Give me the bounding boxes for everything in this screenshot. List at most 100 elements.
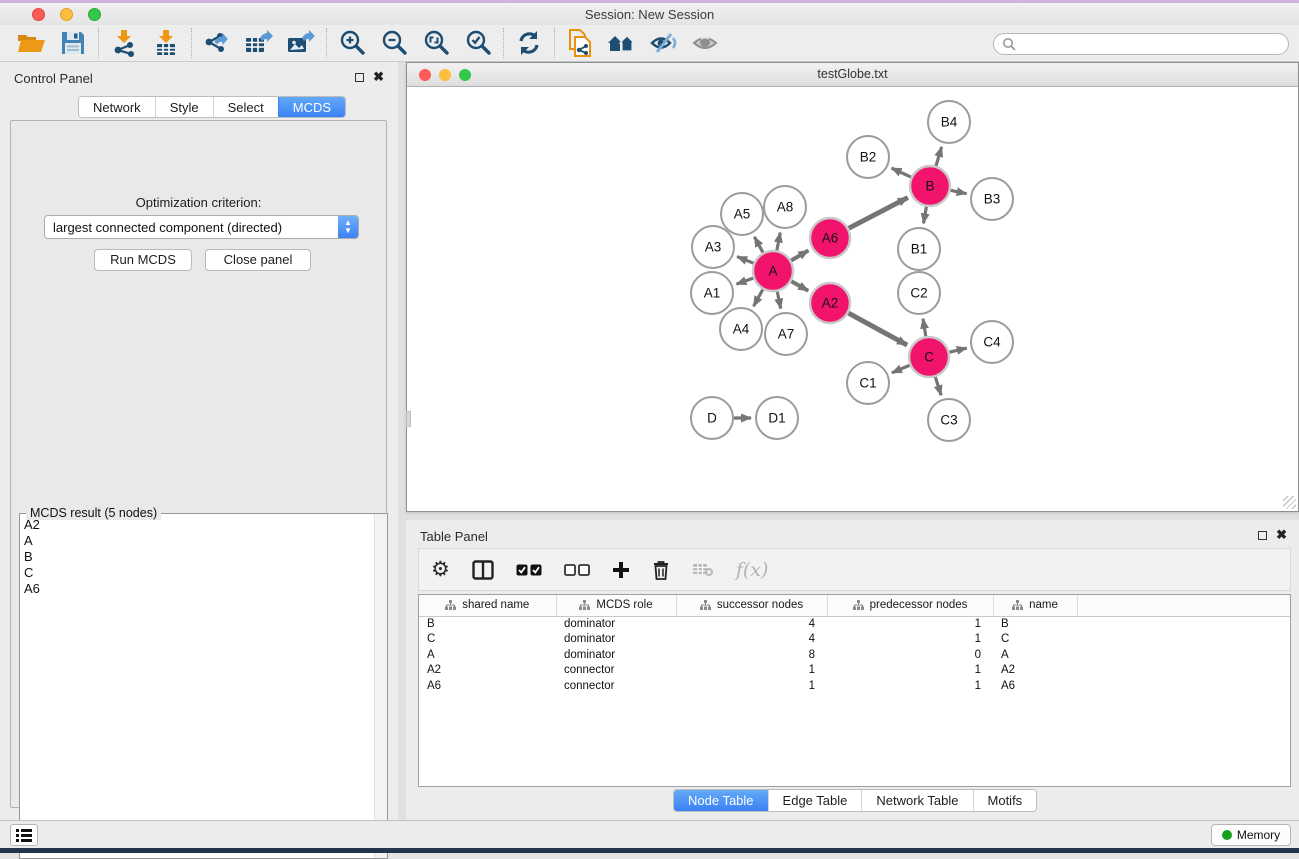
columns-icon[interactable] xyxy=(472,560,494,580)
graph-node-A4[interactable]: A4 xyxy=(720,308,762,350)
table-cell[interactable]: A xyxy=(419,647,556,663)
table-cell[interactable]: dominator xyxy=(556,632,676,648)
graph-edge-C-C2[interactable] xyxy=(923,319,926,337)
graph-node-C3[interactable]: C3 xyxy=(928,399,970,441)
optimization-criterion-dropdown[interactable]: largest connected component (directed) ▲… xyxy=(44,215,359,239)
mcds-result-item[interactable]: B xyxy=(24,549,387,565)
search-input[interactable] xyxy=(1016,37,1266,51)
graph-edge-C-C4[interactable] xyxy=(949,348,966,352)
graph-node-A5[interactable]: A5 xyxy=(721,193,763,235)
graph-edge-A-A7[interactable] xyxy=(777,292,781,309)
table-cell[interactable]: dominator xyxy=(556,647,676,663)
table-cell[interactable]: 1 xyxy=(827,663,993,679)
hide-panel-icon[interactable] xyxy=(643,27,685,59)
table-cell[interactable]: 1 xyxy=(827,632,993,648)
graph-node-A7[interactable]: A7 xyxy=(765,313,807,355)
graph-node-C2[interactable]: C2 xyxy=(898,272,940,314)
mcds-result-item[interactable]: A xyxy=(24,533,387,549)
graph-edge-A-A4[interactable] xyxy=(754,289,763,306)
show-panel-icon[interactable] xyxy=(685,27,727,59)
refresh-icon[interactable] xyxy=(508,27,550,59)
column-header-name[interactable]: name xyxy=(993,595,1077,616)
tab-select[interactable]: Select xyxy=(213,97,278,117)
export-network-icon[interactable] xyxy=(196,27,238,59)
delete-table-icon[interactable] xyxy=(692,563,714,577)
tab-style[interactable]: Style xyxy=(155,97,213,117)
table-cell[interactable]: 4 xyxy=(676,632,827,648)
table-cell[interactable]: 1 xyxy=(827,616,993,632)
select-all-icon[interactable] xyxy=(516,564,542,576)
table-row[interactable]: Adominator80A xyxy=(419,647,1290,663)
table-cell[interactable]: connector xyxy=(556,663,676,679)
mcds-result-item[interactable]: A6 xyxy=(24,581,387,597)
clone-network-icon[interactable] xyxy=(559,27,601,59)
deselect-all-icon[interactable] xyxy=(564,564,590,576)
graph-node-C1[interactable]: C1 xyxy=(847,362,889,404)
table-cell[interactable]: A6 xyxy=(419,678,556,694)
settings-gear-icon[interactable]: ⚙ xyxy=(431,559,450,580)
graph-edge-A-A8[interactable] xyxy=(777,233,780,251)
graph-node-A3[interactable]: A3 xyxy=(692,226,734,268)
table-row[interactable]: A6connector11A6 xyxy=(419,678,1290,694)
table-cell[interactable]: 8 xyxy=(676,647,827,663)
table-cell[interactable]: A2 xyxy=(993,663,1077,679)
add-column-icon[interactable] xyxy=(612,561,630,579)
table-cell[interactable]: 1 xyxy=(827,678,993,694)
search-box[interactable] xyxy=(993,33,1289,55)
canvas-side-handle[interactable] xyxy=(406,411,411,427)
column-header-shared-name[interactable]: shared name xyxy=(419,595,556,616)
graph-edge-C-C1[interactable] xyxy=(892,365,910,373)
tab-network[interactable]: Network xyxy=(79,97,155,117)
table-tab-motifs[interactable]: Motifs xyxy=(973,790,1037,811)
graph-node-A8[interactable]: A8 xyxy=(764,186,806,228)
zoom-in-icon[interactable] xyxy=(331,27,373,59)
window-resize-grip[interactable] xyxy=(1283,496,1296,509)
graph-edge-A2-C[interactable] xyxy=(848,313,907,345)
column-header-successor-nodes[interactable]: successor nodes xyxy=(676,595,827,616)
table-cell[interactable]: 1 xyxy=(676,678,827,694)
table-row[interactable]: Cdominator41C xyxy=(419,632,1290,648)
graph-edge-B-B2[interactable] xyxy=(892,168,911,177)
graph-edge-A-A2[interactable] xyxy=(791,281,808,290)
graph-node-A[interactable]: A xyxy=(753,251,793,291)
network-window-titlebar[interactable]: testGlobe.txt xyxy=(407,63,1298,87)
mcds-result-item[interactable]: C xyxy=(24,565,387,581)
graph-edge-A-A5[interactable] xyxy=(754,237,763,253)
graph-node-B3[interactable]: B3 xyxy=(971,178,1013,220)
close-panel-icon[interactable]: ✖ xyxy=(373,72,384,82)
table-cell[interactable]: B xyxy=(993,616,1077,632)
table-cell[interactable]: B xyxy=(419,616,556,632)
export-table-icon[interactable] xyxy=(238,27,280,59)
graph-node-D[interactable]: D xyxy=(691,397,733,439)
graph-edge-B-B4[interactable] xyxy=(936,147,942,166)
delete-column-icon[interactable] xyxy=(652,560,670,580)
result-scrollbar[interactable] xyxy=(374,514,387,858)
float-table-panel-icon[interactable] xyxy=(1258,531,1267,540)
table-cell[interactable]: A6 xyxy=(993,678,1077,694)
table-cell[interactable]: C xyxy=(419,632,556,648)
close-table-panel-icon[interactable]: ✖ xyxy=(1276,530,1287,540)
zoom-out-icon[interactable] xyxy=(373,27,415,59)
graph-edge-A-A3[interactable] xyxy=(737,257,753,264)
graph-node-A1[interactable]: A1 xyxy=(691,272,733,314)
graph-node-B[interactable]: B xyxy=(910,166,950,206)
graph-node-C[interactable]: C xyxy=(909,337,949,377)
graph-edge-A-A6[interactable] xyxy=(791,251,808,261)
graph-node-C4[interactable]: C4 xyxy=(971,321,1013,363)
table-tab-edge-table[interactable]: Edge Table xyxy=(768,790,862,811)
function-builder-icon[interactable]: f(x) xyxy=(736,559,769,581)
graph-edge-B-B3[interactable] xyxy=(951,190,967,193)
run-mcds-button[interactable]: Run MCDS xyxy=(94,249,192,271)
column-header-MCDS-role[interactable]: MCDS role xyxy=(556,595,676,616)
table-cell[interactable]: 4 xyxy=(676,616,827,632)
save-session-icon[interactable] xyxy=(52,27,94,59)
graph-edge-C-C3[interactable] xyxy=(935,377,941,395)
table-cell[interactable]: C xyxy=(993,632,1077,648)
table-row[interactable]: Bdominator41B xyxy=(419,616,1290,632)
table-cell[interactable]: 1 xyxy=(676,663,827,679)
panel-list-icon[interactable] xyxy=(10,824,38,846)
zoom-fit-icon[interactable] xyxy=(415,27,457,59)
table-cell[interactable]: A xyxy=(993,647,1077,663)
zoom-selected-icon[interactable] xyxy=(457,27,499,59)
table-cell[interactable]: connector xyxy=(556,678,676,694)
